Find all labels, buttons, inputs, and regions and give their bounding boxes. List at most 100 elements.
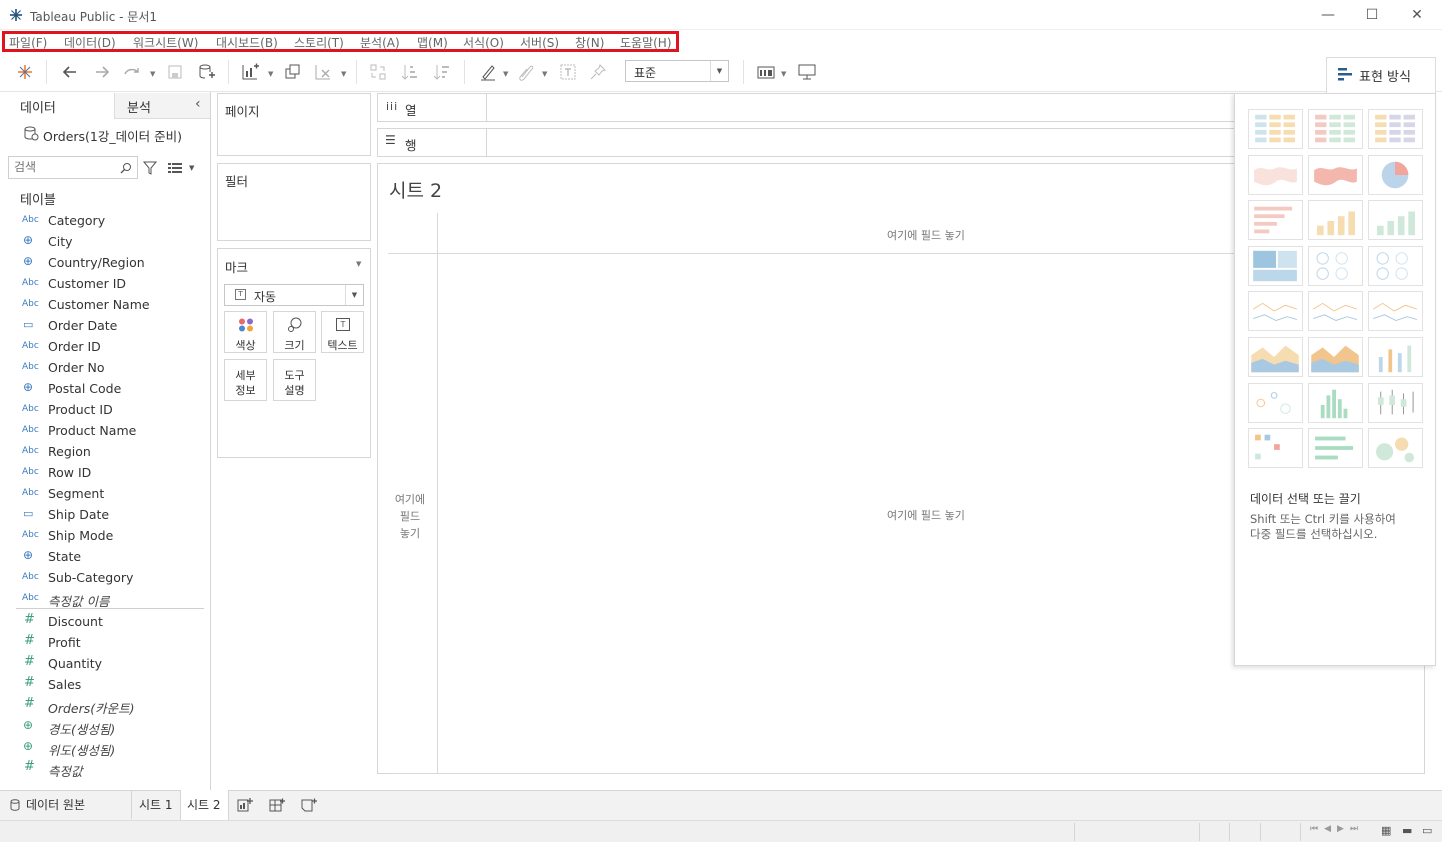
chart-type-thumbnail[interactable] [1368, 383, 1423, 423]
replay-icon[interactable] [122, 62, 142, 82]
chart-type-thumbnail[interactable] [1368, 246, 1423, 286]
tab-sheet1[interactable]: 시트 1 [139, 796, 173, 813]
chart-type-thumbnail[interactable] [1248, 109, 1303, 149]
sort-descending-icon[interactable] [432, 62, 452, 82]
chart-type-thumbnail[interactable] [1368, 337, 1423, 377]
group-members-icon[interactable] [516, 62, 536, 82]
chart-type-thumbnail[interactable] [1368, 109, 1423, 149]
field-item[interactable]: Abc Product ID [0, 399, 210, 420]
close-button[interactable]: ✕ [1407, 5, 1427, 25]
chart-type-thumbnail[interactable] [1308, 383, 1363, 423]
highlight-pen-icon[interactable] [478, 62, 498, 82]
drop-field-rows-3[interactable]: 놓기 [392, 525, 428, 541]
field-item[interactable]: ⊕ City [0, 231, 210, 252]
tabs-view-icon[interactable]: ▭ [1422, 824, 1432, 837]
field-item[interactable]: Abc Row ID [0, 462, 210, 483]
chart-type-thumbnail[interactable] [1308, 246, 1363, 286]
field-item[interactable]: Abc Region [0, 441, 210, 462]
undo-icon[interactable] [60, 62, 80, 82]
tooltip-mark-button[interactable]: 도구 설명 [273, 359, 316, 401]
fix-axes-pin-icon[interactable] [588, 62, 608, 82]
mark-type-select[interactable]: T 자동 ▼ [224, 284, 364, 306]
field-item[interactable]: # Quantity [0, 653, 210, 674]
show-cards-icon[interactable] [756, 62, 776, 82]
chevron-down-icon[interactable]: ▼ [542, 70, 547, 78]
detail-mark-button[interactable]: 세부 정보 [224, 359, 267, 401]
chart-type-thumbnail[interactable] [1308, 291, 1363, 331]
tab-sheet2[interactable]: 시트 2 [187, 796, 221, 813]
chevron-down-icon[interactable]: ▼ [503, 70, 508, 78]
swap-rows-columns-icon[interactable] [368, 62, 388, 82]
chart-type-thumbnail[interactable] [1248, 383, 1303, 423]
pages-shelf[interactable]: 페이지 [217, 93, 371, 156]
field-item[interactable]: ⊕ 위도(생성됨) [0, 737, 210, 758]
field-item[interactable]: ▭ Order Date [0, 315, 210, 336]
field-item[interactable]: Abc Order No [0, 357, 210, 378]
chevron-down-icon[interactable]: ▼ [781, 70, 786, 78]
datasource-name[interactable]: Orders(1강_데이터 준비) [43, 126, 182, 145]
field-item[interactable]: Abc Sub-Category [0, 567, 210, 588]
view-options-icon[interactable] [168, 161, 182, 175]
field-item[interactable]: Abc 측정값 이름 [0, 588, 210, 609]
field-item[interactable]: # Orders(카운트) [0, 695, 210, 716]
sheet-title[interactable]: 시트 2 [389, 176, 442, 203]
new-worksheet-icon[interactable] [237, 797, 253, 813]
filters-shelf[interactable]: 필터 [217, 163, 371, 241]
chart-type-thumbnail[interactable] [1248, 291, 1303, 331]
chart-type-thumbnail[interactable] [1248, 200, 1303, 240]
tab-datasource[interactable]: 데이터 원본 [26, 796, 85, 813]
fit-select[interactable]: 표준 ▼ [625, 60, 729, 82]
chevron-down-icon[interactable]: ▼ [189, 164, 194, 172]
drop-field-rows-1[interactable]: 여기에 [392, 491, 428, 507]
rows-shelf[interactable]: ☰ 행 [377, 128, 1237, 157]
show-mark-labels-icon[interactable] [558, 62, 578, 82]
show-me-tab[interactable]: 표현 방식 [1326, 57, 1436, 93]
chart-type-thumbnail[interactable] [1308, 337, 1363, 377]
field-item[interactable]: # Discount [0, 611, 210, 632]
field-item[interactable]: ⊕ 경도(생성됨) [0, 716, 210, 737]
chart-type-thumbnail[interactable] [1368, 200, 1423, 240]
sheet-sorter-icon[interactable]: ▦ [1381, 824, 1391, 837]
field-item[interactable]: Abc Order ID [0, 336, 210, 357]
drop-field-main[interactable]: 여기에 필드 놓기 [887, 507, 965, 523]
new-datasource-icon[interactable] [196, 62, 216, 82]
chart-type-thumbnail[interactable] [1308, 109, 1363, 149]
chart-type-thumbnail[interactable] [1248, 246, 1303, 286]
filter-icon[interactable] [143, 161, 157, 175]
chart-type-thumbnail[interactable] [1308, 428, 1363, 468]
sheet-navigation-icon[interactable]: ⏮◀▶⏭ [1310, 824, 1364, 834]
chart-type-thumbnail[interactable] [1368, 291, 1423, 331]
duplicate-sheet-icon[interactable] [283, 62, 303, 82]
new-story-icon[interactable] [301, 797, 317, 813]
chevron-down-icon[interactable]: ▼ [341, 70, 346, 78]
chart-type-thumbnail[interactable] [1248, 155, 1303, 195]
chevron-down-icon[interactable]: ▼ [150, 70, 155, 78]
tab-data[interactable]: 데이터 [20, 97, 56, 123]
field-item[interactable]: ⊕ Country/Region [0, 252, 210, 273]
field-item[interactable]: Abc Category [0, 210, 210, 231]
presentation-mode-icon[interactable] [797, 62, 817, 82]
field-item[interactable]: Abc Ship Mode [0, 525, 210, 546]
text-mark-button[interactable]: T 텍스트 [321, 311, 364, 353]
maximize-button[interactable]: ☐ [1362, 5, 1382, 25]
chart-type-thumbnail[interactable] [1248, 428, 1303, 468]
new-dashboard-icon[interactable] [269, 797, 285, 813]
field-item[interactable]: ⊕ Postal Code [0, 378, 210, 399]
drop-field-columns[interactable]: 여기에 필드 놓기 [887, 227, 965, 243]
field-item[interactable]: Abc Segment [0, 483, 210, 504]
sort-ascending-icon[interactable] [400, 62, 420, 82]
search-box[interactable] [8, 156, 138, 179]
clear-sheet-icon[interactable] [313, 62, 333, 82]
search-input[interactable] [14, 160, 114, 174]
field-item[interactable]: Abc Customer ID [0, 273, 210, 294]
minimize-button[interactable]: — [1318, 5, 1338, 25]
field-item[interactable]: # Sales [0, 674, 210, 695]
save-icon[interactable] [165, 62, 185, 82]
filmstrip-icon[interactable]: ▬ [1402, 824, 1412, 837]
chart-type-thumbnail[interactable] [1248, 337, 1303, 377]
chart-type-thumbnail[interactable] [1308, 155, 1363, 195]
field-item[interactable]: Abc Product Name [0, 420, 210, 441]
collapse-pane-icon[interactable]: ‹ [195, 96, 201, 112]
size-mark-button[interactable]: 크기 [273, 311, 316, 353]
redo-icon[interactable] [92, 62, 112, 82]
